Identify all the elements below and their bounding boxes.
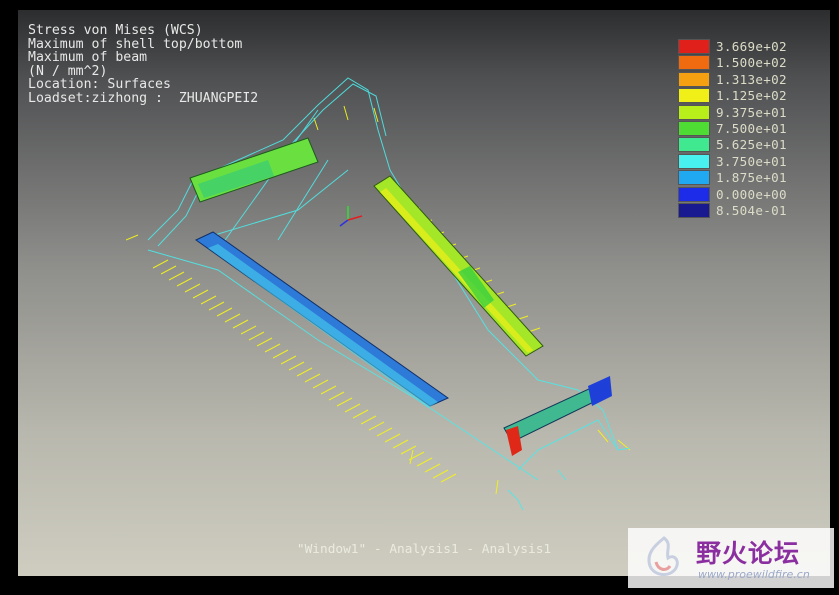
legend-swatch xyxy=(678,170,710,186)
watermark-url: www.proewildfire.cn xyxy=(698,568,810,581)
legend-value: 8.504e-01 xyxy=(716,203,787,218)
legend-value: 3.669e+02 xyxy=(716,39,787,54)
info-line-shell: Maximum of shell top/bottom xyxy=(28,36,243,52)
hatch-lines xyxy=(125,105,631,495)
crossbeam xyxy=(503,376,612,456)
info-line-units: (N / mm^2) xyxy=(28,63,108,79)
legend-entry: 8.504e-01 xyxy=(678,202,828,218)
legend-value: 5.625e+01 xyxy=(716,137,787,153)
legend-entry: 1.125e+02 xyxy=(678,87,828,104)
wireframe-mesh xyxy=(147,77,631,511)
forum-watermark: 野火论坛 www.proewildfire.cn xyxy=(628,528,834,588)
upper-arm-beam xyxy=(189,137,319,203)
legend-swatch xyxy=(678,153,710,169)
watermark-title: 野火论坛 xyxy=(696,539,801,568)
legend-value: 1.125e+02 xyxy=(716,88,787,104)
info-line-title: Stress von Mises (WCS) xyxy=(28,23,203,38)
flame-logo-icon xyxy=(647,536,679,576)
legend-swatch xyxy=(678,55,710,71)
legend-entry: 3.669e+02 xyxy=(678,38,828,54)
result-info-block: Stress von Mises (WCS) Maximum of shell … xyxy=(28,24,258,106)
graphics-viewport[interactable]: Stress von Mises (WCS) Maximum of shell … xyxy=(18,10,830,576)
legend-swatch xyxy=(678,71,710,87)
legend-value: 1.875e+01 xyxy=(716,170,787,186)
legend-entry: 7.500e+01 xyxy=(678,120,828,136)
legend-value: 7.500e+01 xyxy=(716,121,787,136)
legend-value: 3.750e+01 xyxy=(716,153,787,169)
legend-entry: 3.750e+01 xyxy=(678,153,828,169)
lower-boom-beam xyxy=(195,231,450,408)
legend-value: 1.500e+02 xyxy=(716,55,787,71)
legend-value: 9.375e+01 xyxy=(716,104,787,120)
legend-swatch xyxy=(678,186,710,202)
legend-swatch xyxy=(678,203,710,218)
info-line-beam: Maximum of beam xyxy=(28,50,148,66)
legend-swatch xyxy=(678,137,710,153)
legend-entry: 1.875e+01 xyxy=(678,169,828,186)
legend-entry: 0.000e+00 xyxy=(678,186,828,202)
legend-value: 0.000e+00 xyxy=(716,186,787,202)
legend-swatch xyxy=(678,104,710,120)
legend-entry: 5.625e+01 xyxy=(678,136,828,153)
info-line-location: Location: Surfaces xyxy=(28,77,171,93)
legend-entry: 1.500e+02 xyxy=(678,54,828,71)
legend-entry: 1.313e+02 xyxy=(678,71,828,87)
legend-swatch xyxy=(678,39,710,54)
legend-value: 1.313e+02 xyxy=(716,71,787,87)
info-line-loadset: Loadset:zizhong : ZHUANGPEI2 xyxy=(28,90,259,106)
axis-triad xyxy=(339,206,363,227)
legend-entry: 9.375e+01 xyxy=(678,104,828,120)
diagonal-beam xyxy=(373,175,544,357)
legend-swatch xyxy=(678,88,710,104)
legend-swatch xyxy=(678,121,710,136)
